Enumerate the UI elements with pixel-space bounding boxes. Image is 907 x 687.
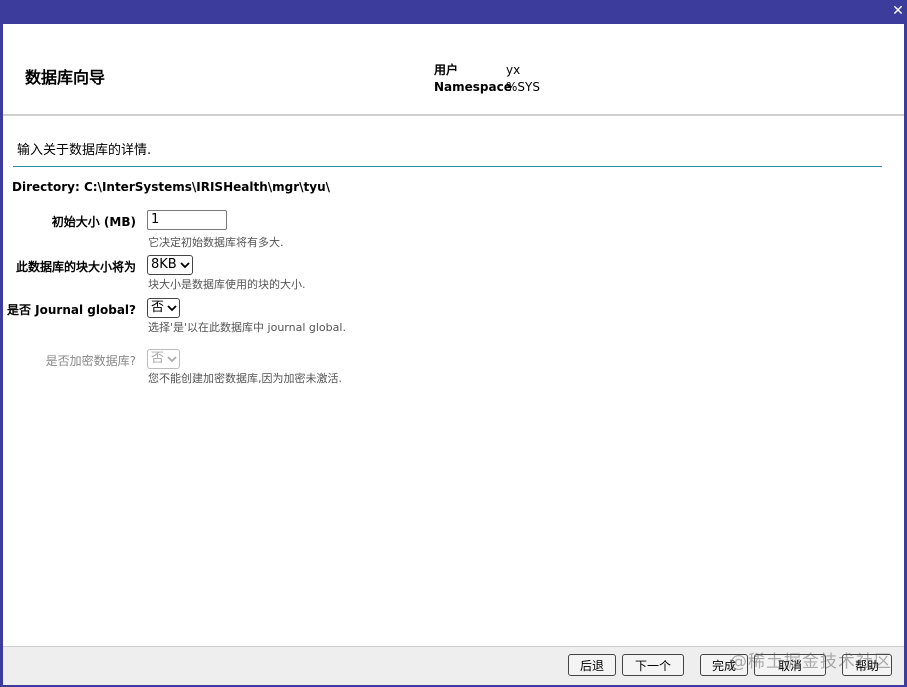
block-size-hint: 块大小是数据库使用的块的大小. — [148, 278, 306, 291]
block-size-label: 此数据库的块大小将为 — [15, 260, 136, 274]
namespace-value: %SYS — [506, 80, 540, 94]
block-size-select[interactable]: 8KB — [147, 255, 193, 275]
title-bar: ✕ — [3, 0, 907, 24]
cancel-button[interactable]: 取消 — [754, 654, 826, 676]
directory-label: Directory: — [12, 180, 80, 194]
journal-select[interactable]: 否 — [147, 298, 181, 318]
journal-hint: 选择'是'以在此数据库中 journal global. — [148, 321, 346, 334]
finish-button[interactable]: 完成 — [700, 654, 748, 676]
wizard-header: 数据库向导 用户 yx Namespace %SYS — [3, 24, 904, 116]
help-button[interactable]: 帮助 — [842, 654, 892, 676]
chevron-down-icon — [180, 262, 190, 269]
directory-value: C:\InterSystems\IRISHealth\mgr\tyu\ — [83, 180, 330, 194]
encrypt-label: 是否加密数据库? — [45, 354, 136, 368]
wizard-window: ✕ 数据库向导 用户 yx Namespace %SYS 输入关于数据库的详情.… — [0, 0, 907, 687]
user-value: yx — [506, 63, 521, 77]
block-size-value: 8KB — [151, 257, 177, 272]
page-title: 数据库向导 — [25, 68, 106, 87]
directory-line: Directory: C:\InterSystems\IRISHealth\mg… — [12, 180, 330, 194]
chevron-down-icon — [167, 305, 177, 312]
initial-size-hint: 它决定初始数据库将有多大. — [148, 236, 284, 249]
initial-size-label: 初始大小 (MB) — [51, 215, 136, 229]
wizard-footer: 后退 下一个 完成 取消 帮助 — [3, 646, 904, 685]
encrypt-select: 否 — [147, 349, 181, 369]
encrypt-hint: 您不能创建加密数据库,因为加密未激活. — [148, 372, 342, 385]
user-label: 用户 — [434, 63, 459, 77]
journal-value: 否 — [151, 300, 165, 315]
session-info: 用户 yx Namespace %SYS — [434, 62, 540, 96]
next-button[interactable]: 下一个 — [622, 654, 684, 676]
chevron-down-icon — [167, 356, 177, 363]
namespace-label: Namespace — [434, 80, 512, 94]
encrypt-value: 否 — [151, 351, 165, 366]
journal-label: 是否 Journal global? — [7, 303, 136, 317]
wizard-content: 输入关于数据库的详情. Directory: C:\InterSystems\I… — [3, 116, 904, 646]
back-button[interactable]: 后退 — [568, 654, 616, 676]
intro-text: 输入关于数据库的详情. — [17, 143, 152, 158]
initial-size-input[interactable]: 1 — [147, 210, 227, 230]
section-divider — [13, 166, 882, 167]
close-icon[interactable]: ✕ — [890, 2, 906, 20]
